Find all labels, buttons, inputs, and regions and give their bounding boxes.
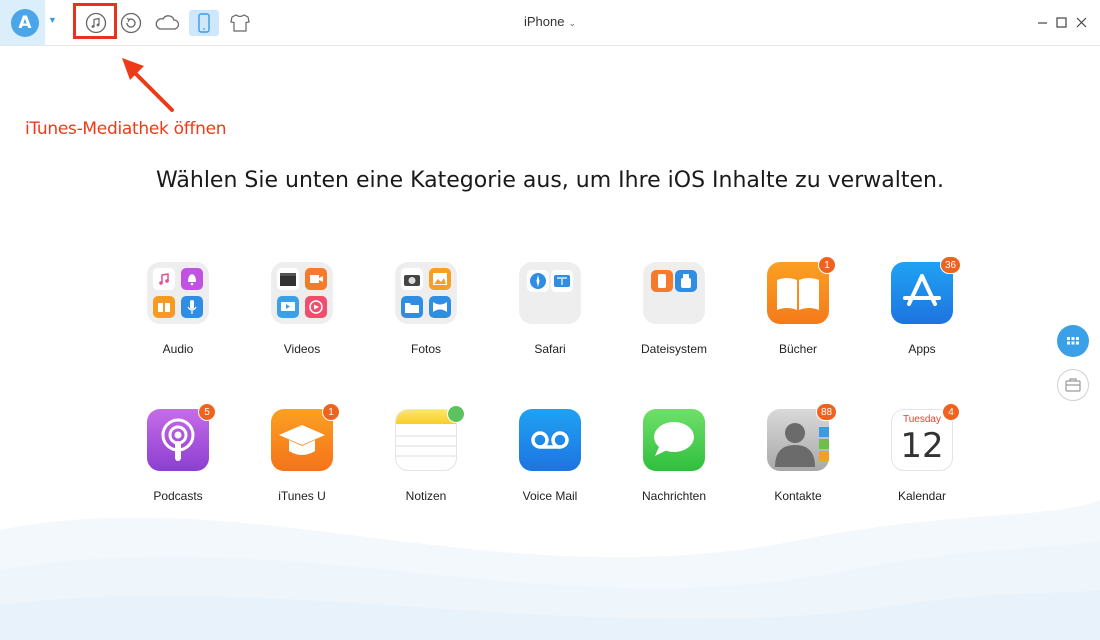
device-selector[interactable]: iPhone ⌄	[490, 14, 610, 29]
app-logo-icon[interactable]: A	[11, 9, 39, 37]
fotos-icon	[395, 262, 457, 324]
category-notizen[interactable]: Notizen	[364, 405, 488, 519]
category-buecher[interactable]: 1 Bücher	[736, 256, 860, 372]
device-name: iPhone	[523, 14, 565, 29]
category-label: iTunes U	[278, 489, 326, 503]
briefcase-icon	[1065, 378, 1081, 392]
videos-icon	[271, 262, 333, 324]
close-icon	[1076, 17, 1086, 27]
page-headline: Wählen Sie unten eine Kategorie aus, um …	[156, 168, 944, 193]
voicemail-icon	[519, 409, 581, 471]
category-label: Notizen	[405, 489, 447, 503]
category-nachrichten[interactable]: Nachrichten	[612, 409, 736, 519]
category-kalendar[interactable]: Tuesday 12 4 Kalendar	[860, 403, 984, 519]
backup-restore-button[interactable]	[118, 10, 144, 36]
category-apps[interactable]: 36 Apps	[860, 256, 984, 372]
category-label: Podcasts	[153, 489, 203, 503]
category-view-button[interactable]	[1057, 325, 1089, 357]
cloud-sync-badge-icon	[447, 405, 465, 423]
toolbox-button[interactable]	[1057, 369, 1089, 401]
badge: 1	[818, 256, 836, 274]
close-button[interactable]	[1073, 14, 1089, 30]
maximize-button[interactable]	[1053, 14, 1069, 30]
restore-icon	[120, 12, 142, 34]
badge: 36	[940, 256, 962, 274]
dateisystem-icon	[643, 262, 705, 324]
annotation-label: iTunes-Mediathek öffnen	[25, 119, 227, 139]
iphone-icon	[198, 13, 210, 33]
category-label: Voice Mail	[522, 489, 578, 503]
icloud-button[interactable]	[154, 10, 180, 36]
badge: 88	[816, 403, 838, 421]
device-button[interactable]	[189, 10, 219, 36]
grid-icon	[1067, 337, 1079, 345]
category-fotos[interactable]: Fotos	[364, 262, 488, 372]
messages-icon	[643, 409, 705, 471]
category-label: Kalendar	[897, 489, 947, 503]
cloud-icon	[155, 15, 180, 30]
calendar-day-number: 12	[900, 426, 944, 466]
category-voice-mail[interactable]: Voice Mail	[488, 409, 612, 519]
category-label: Safari	[534, 342, 566, 356]
category-kontakte[interactable]: 88 Kontakte	[736, 403, 860, 519]
app-logo-area[interactable]: A	[0, 0, 45, 45]
category-label: Apps	[908, 342, 936, 356]
category-podcasts[interactable]: 5 Podcasts	[116, 403, 240, 519]
category-label: Fotos	[410, 342, 441, 356]
minimize-button[interactable]	[1034, 14, 1050, 30]
minimize-icon	[1037, 21, 1047, 24]
annotation-highlight-box	[73, 3, 117, 39]
category-dateisystem[interactable]: Dateisystem	[612, 262, 736, 372]
badge: 1	[322, 403, 340, 421]
category-label: Kontakte	[774, 489, 822, 503]
category-videos[interactable]: Videos	[240, 262, 364, 372]
maximize-icon	[1055, 16, 1067, 28]
category-itunes-u[interactable]: 1 iTunes U	[240, 403, 364, 519]
shirt-icon	[230, 14, 250, 32]
category-safari[interactable]: Safari	[488, 262, 612, 372]
safari-icon	[519, 262, 581, 324]
category-audio[interactable]: Audio	[116, 262, 240, 372]
annotation-arrow-icon	[122, 58, 174, 112]
audio-icon	[147, 262, 209, 324]
category-label: Dateisystem	[640, 342, 708, 356]
customize-button[interactable]	[227, 10, 253, 36]
category-label: Videos	[283, 342, 321, 356]
logo-chevron-down-icon[interactable]: ▼	[48, 15, 57, 25]
category-label: Audio	[162, 342, 194, 356]
category-label: Nachrichten	[641, 489, 707, 503]
category-label: Bücher	[778, 342, 818, 356]
badge: 4	[942, 403, 960, 421]
title-bar: A ▼ iPhone ⌄	[0, 0, 1100, 46]
badge: 5	[198, 403, 216, 421]
chevron-down-icon: ⌄	[568, 18, 577, 28]
